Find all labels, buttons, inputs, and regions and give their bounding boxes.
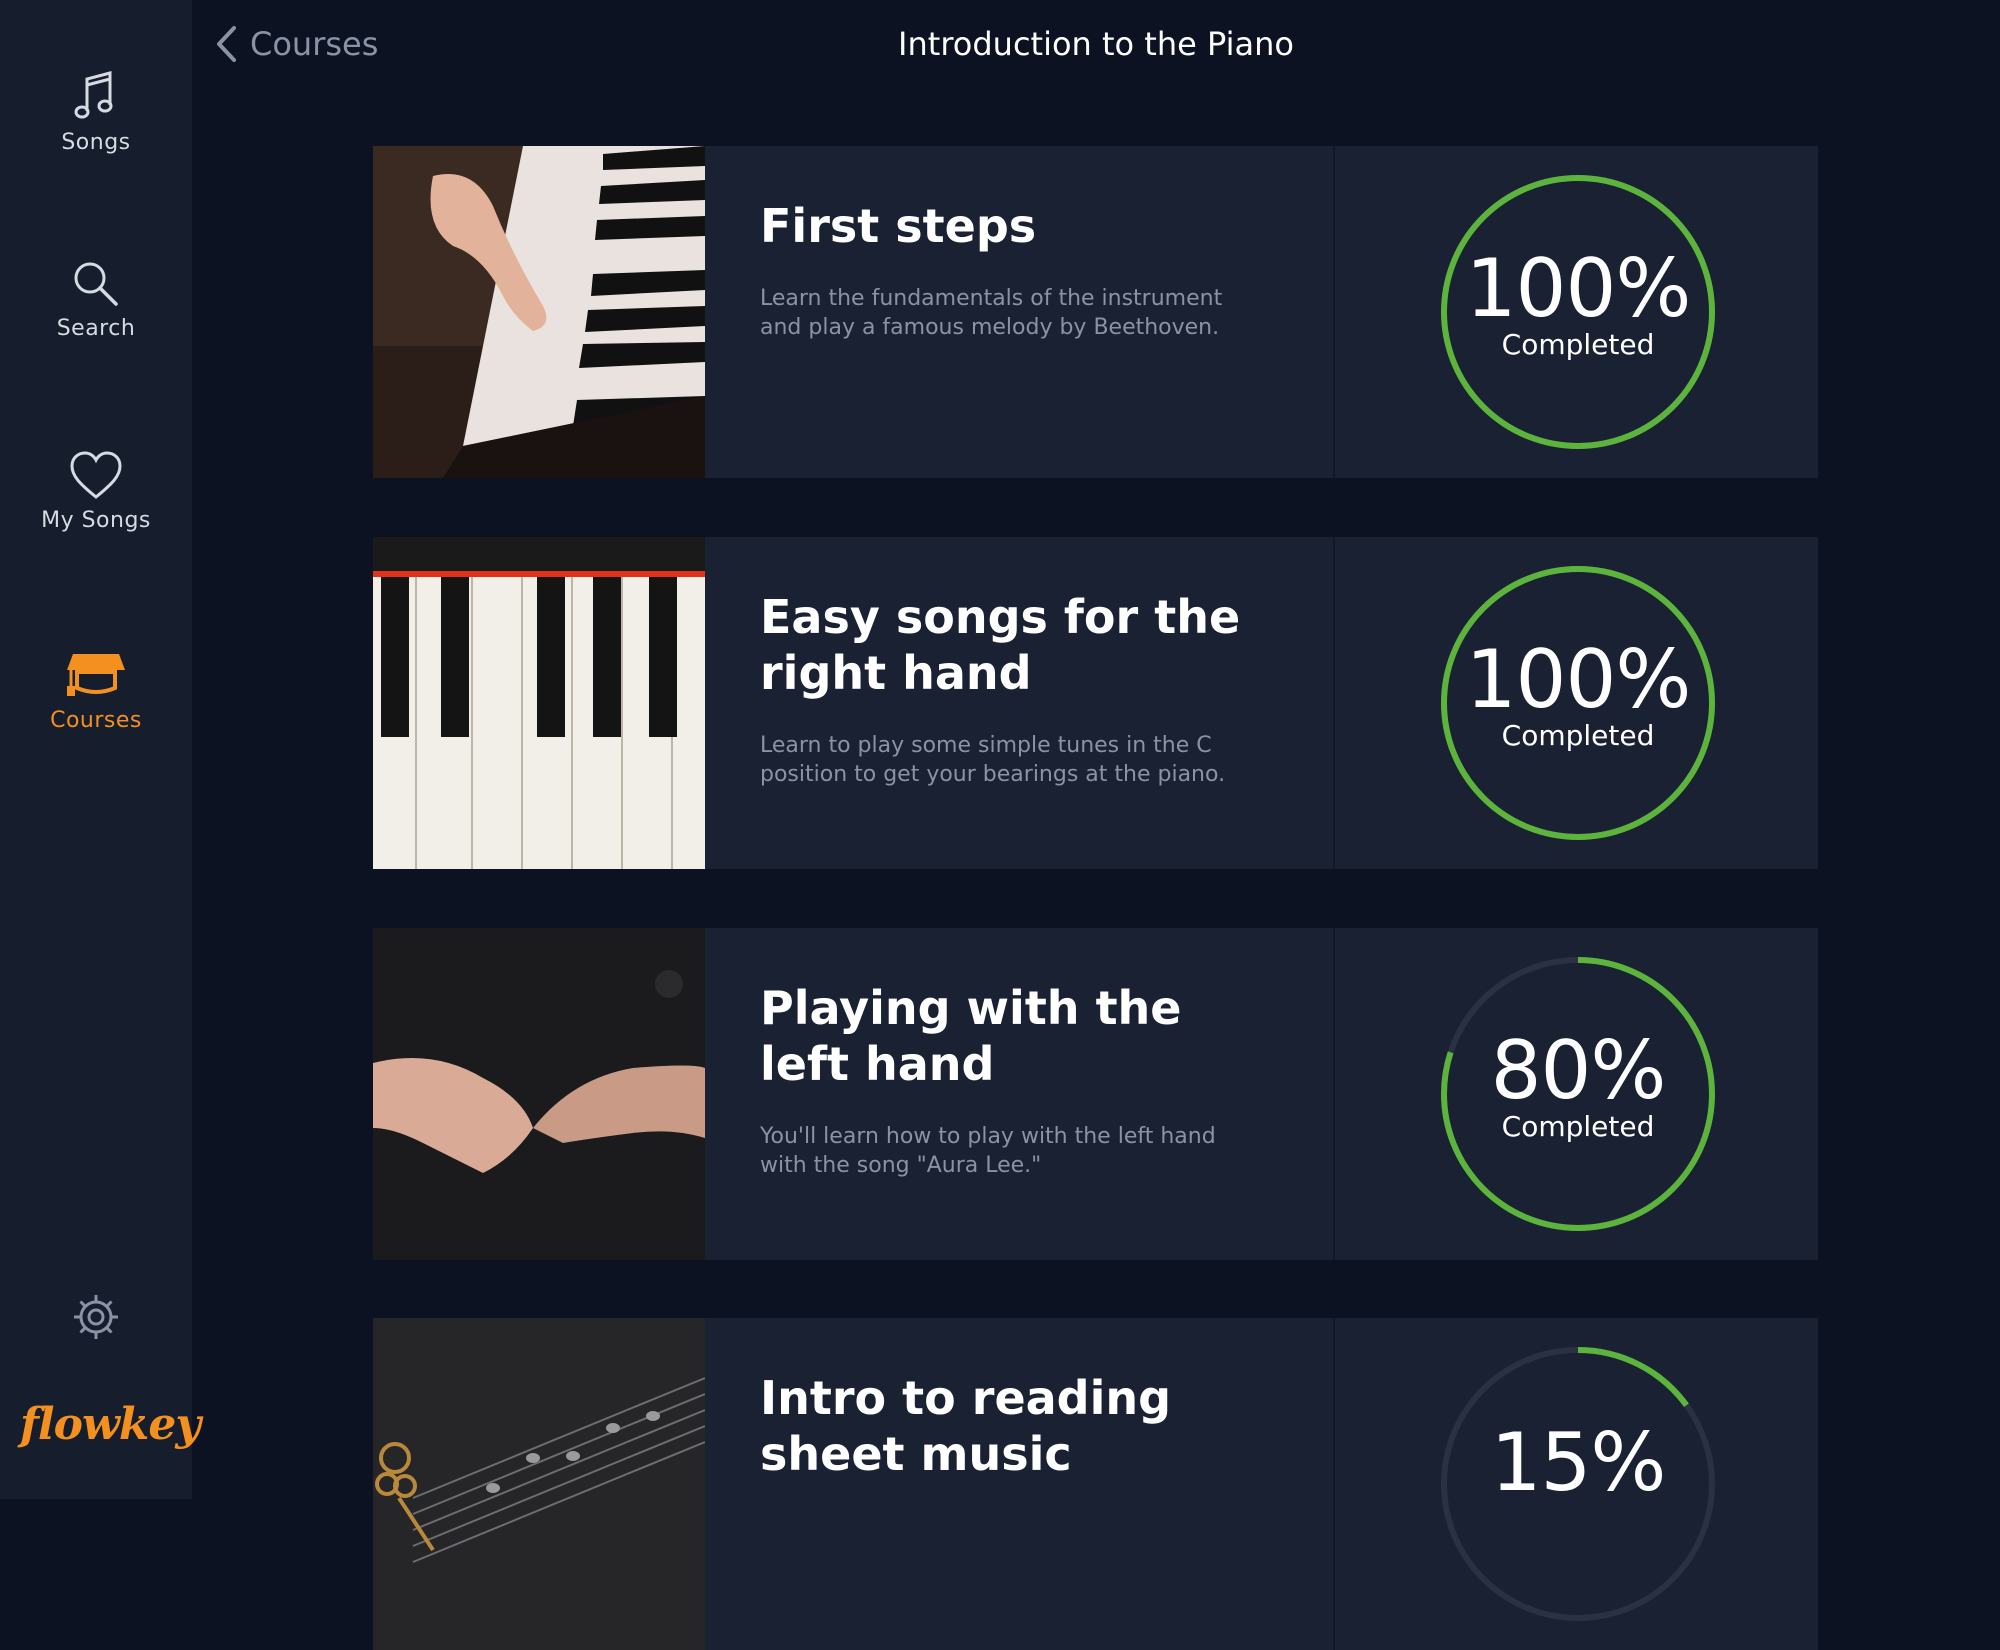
course-thumbnail: [373, 1318, 705, 1650]
flowkey-logo: flowkey: [20, 1399, 201, 1450]
course-thumbnail: [373, 928, 705, 1260]
chevron-left-icon: [217, 26, 236, 62]
progress-status: Completed: [1501, 719, 1655, 752]
card-divider: [1333, 146, 1335, 478]
progress-ring: 15%: [1438, 1344, 1718, 1624]
gear-icon: [74, 1295, 118, 1339]
course-title: Intro to reading sheet music: [760, 1371, 1172, 1481]
sidebar-item-label: My Songs: [41, 508, 151, 533]
back-button[interactable]: Courses: [214, 20, 378, 68]
sidebar: Songs Search My Songs Courses flowkey: [0, 0, 201, 1499]
course-description: You'll learn how to play with the left h…: [760, 1124, 1216, 1178]
card-divider: [1333, 1318, 1335, 1650]
sidebar-item-courses[interactable]: Courses: [0, 650, 192, 733]
course-title: Playing with the left hand: [760, 981, 1182, 1091]
heart-icon: [70, 451, 122, 499]
progress-status: Completed: [1501, 1110, 1655, 1143]
sidebar-item-search[interactable]: Search: [0, 258, 192, 341]
music-note-icon: [74, 71, 113, 119]
course-card-easy-songs[interactable]: Easy songs for the right hand Learn to p…: [373, 537, 1818, 869]
sidebar-item-my-songs[interactable]: My Songs: [0, 450, 192, 533]
back-label: Courses: [250, 25, 379, 63]
course-title: Easy songs for the right hand: [760, 590, 1241, 700]
course-description: Learn the fundamentals of the instrument…: [760, 286, 1223, 340]
card-divider: [1333, 928, 1335, 1260]
sidebar-item-label: Songs: [61, 130, 131, 155]
page-title: Introduction to the Piano: [898, 25, 1294, 63]
course-description: Learn to play some simple tunes in the C…: [760, 733, 1226, 787]
course-card-left-hand[interactable]: Playing with the left hand You'll learn …: [373, 928, 1818, 1260]
course-title: First steps: [760, 199, 1037, 253]
progress-percent: 80%: [1490, 1024, 1667, 1117]
sidebar-item-label: Search: [56, 316, 136, 341]
progress-percent: 100%: [1465, 242, 1692, 335]
progress-percent: 100%: [1465, 633, 1692, 726]
course-card-first-steps[interactable]: First steps Learn the fundamentals of th…: [373, 146, 1818, 478]
course-thumbnail: [373, 146, 705, 478]
course-card-sheet-music[interactable]: Intro to reading sheet music 15%: [373, 1318, 1818, 1650]
graduation-cap-icon: [67, 654, 125, 696]
progress-ring: 80% Completed: [1438, 954, 1718, 1234]
course-thumbnail: [373, 537, 705, 869]
progress-status: Completed: [1501, 328, 1655, 361]
progress-ring: 100% Completed: [1438, 172, 1718, 452]
progress-ring: 100% Completed: [1438, 563, 1718, 843]
card-divider: [1333, 537, 1335, 869]
sidebar-item-songs[interactable]: Songs: [0, 68, 192, 155]
search-icon: [74, 262, 118, 306]
progress-percent: 15%: [1490, 1416, 1667, 1509]
sidebar-item-label: Courses: [50, 708, 142, 733]
settings-button[interactable]: [72, 1293, 120, 1341]
